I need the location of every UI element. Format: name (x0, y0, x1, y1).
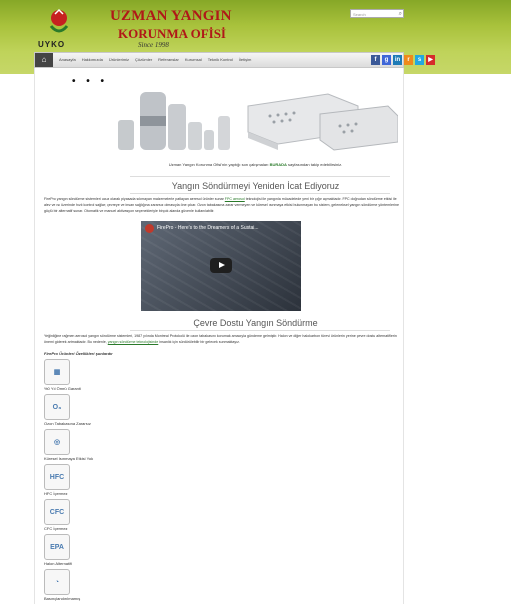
search-placeholder: Search (353, 12, 366, 17)
feature-label: Küresel Isınmaya Etkisi Yok (44, 456, 94, 461)
section2-link[interactable]: yangın söndürme teknolojisinde (108, 340, 159, 344)
caption-text-end: sayfasından takip edebilirsiniz. (286, 162, 343, 167)
search-input[interactable]: Search ⌕ (350, 9, 404, 18)
product-image (98, 86, 398, 156)
main-nav: ⌂ Anasayfa Hakkımızda Ürünlerimiz Çözümler R… (34, 52, 435, 68)
caption-link[interactable]: BURADA (270, 162, 287, 167)
nav-item-1[interactable]: Anasayfa (59, 53, 76, 67)
brand-title: UZMAN YANGIN (110, 8, 232, 24)
cfc-icon: CFC (44, 499, 70, 525)
skype-icon[interactable]: s (415, 55, 424, 65)
pressure-gauge-icon: ◔ (44, 569, 70, 595)
nav-items: Anasayfa Hakkımızda Ürünlerimiz Çözümler Ref… (59, 53, 251, 67)
rss-icon[interactable]: r (404, 55, 413, 65)
brand-subtitle: KORUNMA OFİSİ (118, 26, 226, 41)
nav-item-3[interactable]: Ürünlerimiz (109, 53, 129, 67)
section1-link[interactable]: FPC aerosol (225, 197, 245, 201)
youtube-icon[interactable]: ▶ (426, 55, 435, 65)
divider (130, 193, 390, 194)
hfc-icon: HFC (44, 464, 70, 490)
globe-icon: ◎ (44, 429, 70, 455)
site-logo[interactable]: UYKO UZMAN YANGIN KORUNMA OFİSİ Since 19… (38, 6, 232, 50)
section2-paragraph: Yeğinliğine rağmen aerosol yangın söndür… (44, 333, 400, 345)
feature-label: Halon Alternatifi (44, 561, 73, 566)
section1-heading: Yangın Söndürmeyi Yeniden İcat Ediyoruz (171, 181, 340, 191)
nav-item-7[interactable]: Teknik Kontrol (208, 53, 233, 67)
facebook-icon[interactable]: f (371, 55, 380, 65)
nav-item-5[interactable]: Referanslar (158, 53, 179, 67)
feature-label: HFC İçermez (44, 491, 68, 496)
divider (130, 330, 390, 331)
brand-since: Since 1998 (138, 41, 169, 49)
feature-label: CFC İçermez (44, 526, 68, 531)
video-title: FirePro - Here's to the Dreamers of a Su… (157, 225, 259, 231)
social-links: f g in r s ▶ (371, 55, 435, 65)
image-caption: Uzman Yangın Korunma Ofisi'nin yaptığı s… (0, 162, 511, 167)
features-heading: FirePro Ürünleri Özellikleri şunlardır (44, 351, 113, 356)
nav-item-6[interactable]: Kurumsal (185, 53, 202, 67)
calendar-grid-icon: ▦ (44, 359, 70, 385)
section2-heading: Çevre Dostu Yangın Söndürme (193, 318, 318, 328)
logo-abbreviation: UYKO (38, 40, 66, 49)
ozone-icon: O₃ (44, 394, 70, 420)
divider (130, 176, 390, 177)
nav-item-2[interactable]: Hakkımızda (82, 53, 103, 67)
section1-text: FirePro yangın söndürme sistemleri ucuz … (44, 197, 225, 201)
google-plus-icon[interactable]: g (382, 55, 391, 65)
home-icon[interactable]: ⌂ (35, 53, 53, 67)
search-icon[interactable]: ⌕ (399, 10, 402, 18)
nav-item-4[interactable]: Çözümler (135, 53, 152, 67)
linkedin-icon[interactable]: in (393, 55, 402, 65)
caption-text: Uzman Yangın Korunma Ofisi'nin yaptığı s… (168, 162, 270, 167)
channel-logo-icon (145, 224, 154, 233)
logo-emblem-icon (49, 8, 69, 33)
play-icon[interactable] (210, 258, 232, 273)
section2-text-end: insanlık için sürdürülebilir bir gelecek… (158, 340, 240, 344)
video-player[interactable]: FirePro - Here's to the Dreamers of a Su… (141, 221, 301, 311)
epa-snap-icon: EPA (44, 534, 70, 560)
section1-paragraph: FirePro yangın söndürme sistemleri ucuz … (44, 196, 400, 214)
feature-label: %0 Yıl Ömrü Garanti (44, 386, 81, 391)
nav-item-8[interactable]: İletişim (239, 53, 251, 67)
feature-label: Basınçlandırılmamış (44, 596, 81, 601)
feature-label: Ozon Tabakasına Zararsız (44, 421, 91, 426)
